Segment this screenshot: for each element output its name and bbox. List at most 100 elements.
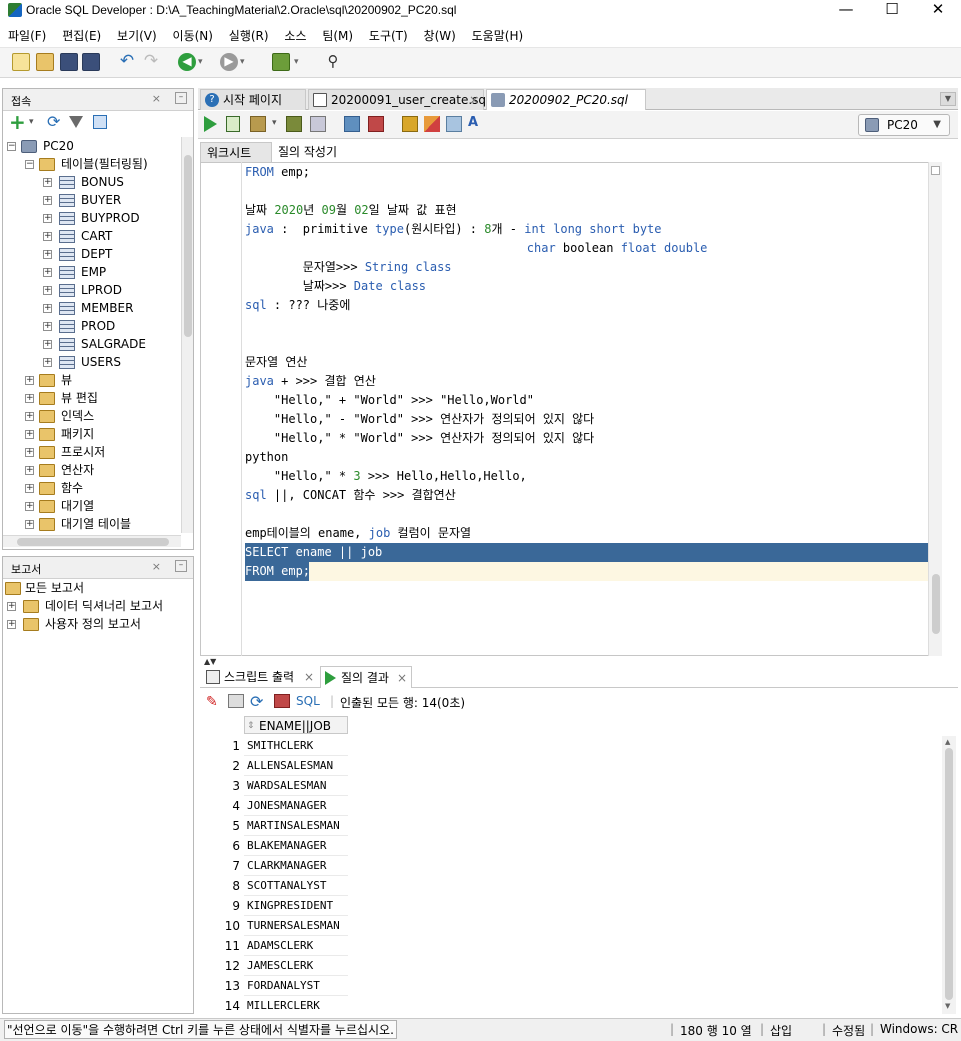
back-icon[interactable]: ◀ [178,53,196,71]
forward-icon[interactable]: ▶ [220,53,238,71]
close-reports-icon[interactable]: × [152,560,161,573]
undo-icon[interactable]: ↶ [118,53,136,71]
add-connection-icon[interactable]: + [9,112,26,132]
save-all-icon[interactable] [82,53,100,71]
expand-icon[interactable]: + [43,322,52,331]
expand-icon[interactable]: + [43,340,52,349]
grid-scroll-thumb[interactable] [945,748,953,1000]
row-number[interactable]: 13 [200,976,244,996]
row-number[interactable]: 1 [200,736,244,756]
commit-icon[interactable] [344,116,360,132]
minimize-button[interactable]: — [823,0,869,22]
expand-icon[interactable]: + [43,358,52,367]
sql-history-icon[interactable] [402,116,418,132]
menu-help[interactable]: 도움말(H) [472,24,524,48]
menu-view[interactable]: 보기(V) [117,24,157,48]
table-cell[interactable]: CLARKMANAGER [244,856,348,876]
menu-window[interactable]: 창(W) [424,24,456,48]
cancel-icon[interactable] [274,694,290,708]
table-cell[interactable]: KINGPRESIDENT [244,896,348,916]
row-number[interactable]: 12 [200,956,244,976]
scroll-down-icon[interactable]: ▼ [945,1002,950,1010]
expand-icon[interactable]: + [43,268,52,277]
table-cell[interactable]: JAMESCLERK [244,956,348,976]
table-cell[interactable]: JONESMANAGER [244,796,348,816]
tab-start-page[interactable]: ? 시작 페이지 [200,89,306,110]
print-icon[interactable] [228,694,244,708]
tab-query-builder[interactable]: 질의 작성기 [272,142,343,162]
expand-icon[interactable]: + [25,430,34,439]
row-number[interactable]: 2 [200,756,244,776]
row-number[interactable]: 7 [200,856,244,876]
expand-icon[interactable]: + [43,250,52,259]
row-number[interactable]: 14 [200,996,244,1014]
close-button[interactable]: ✕ [915,0,961,22]
tab-script-output[interactable]: 스크립트 출력 × [204,666,318,688]
menu-tools[interactable]: 도구(T) [369,24,408,48]
expand-icon[interactable]: + [43,178,52,187]
minimize-panel-icon[interactable]: – [175,92,187,104]
row-number[interactable]: 6 [200,836,244,856]
menu-navigate[interactable]: 이동(N) [173,24,213,48]
table-cell[interactable]: MARTINSALESMAN [244,816,348,836]
sql-link[interactable]: SQL [296,694,320,708]
collapse-arrows-icon[interactable]: ▲▼ [204,657,216,666]
table-cell[interactable]: ALLENSALESMAN [244,756,348,776]
explain-plan-icon[interactable] [286,116,302,132]
tab-pc20-sql[interactable]: 20200902_PC20.sql [486,89,646,110]
column-header-ename-job[interactable]: ⇕ ENAME||JOB [244,716,348,734]
row-number[interactable]: 11 [200,936,244,956]
table-cell[interactable]: BLAKEMANAGER [244,836,348,856]
table-cell[interactable]: TURNERSALESMAN [244,916,348,936]
format-icon[interactable] [446,116,462,132]
editor-scrollbar[interactable] [928,162,942,656]
add-dropdown-icon[interactable]: ▾ [29,117,34,127]
save-icon[interactable] [60,53,78,71]
row-number[interactable]: 10 [200,916,244,936]
minimize-reports-icon[interactable]: – [175,560,187,572]
tab-query-result[interactable]: 질의 결과 × [320,666,412,688]
code-editor[interactable]: FROM emp; 날짜 2020년 09월 02일 날짜 값 표현 java … [200,162,942,656]
table-cell[interactable]: SCOTTANALYST [244,876,348,896]
row-number[interactable]: 9 [200,896,244,916]
close-tab-icon[interactable]: × [469,90,479,111]
tab-user-create[interactable]: 20200091_user_create.sql × [308,89,489,111]
expand-icon[interactable]: + [25,376,34,385]
sql-worksheet-icon[interactable] [272,53,290,71]
run-statement-icon[interactable] [204,116,217,132]
expand-icon[interactable]: + [43,304,52,313]
open-folder-icon[interactable] [36,53,54,71]
editor-scroll-thumb[interactable] [932,574,940,634]
close-tab-icon[interactable]: × [397,667,407,689]
grid-scrollbar[interactable]: ▲ ▼ [942,736,956,1014]
table-cell[interactable]: MILLERCLERK [244,996,348,1014]
autotrace-icon[interactable] [250,116,266,132]
binoculars-icon[interactable]: ⚲ [324,53,342,71]
table-cell[interactable]: WARDSALESMAN [244,776,348,796]
table-cell[interactable]: ADAMSCLERK [244,936,348,956]
run-script-icon[interactable] [226,116,240,132]
expand-icon[interactable]: + [25,502,34,511]
expand-icon[interactable]: + [25,466,34,475]
redo-icon[interactable]: ↷ [142,53,160,71]
schema-browser-icon[interactable] [93,115,107,129]
sql-tuning-icon[interactable] [310,116,326,132]
menu-team[interactable]: 팀(M) [322,24,353,48]
close-panel-icon[interactable]: × [152,92,161,105]
pin-icon[interactable]: ✎ [206,694,218,710]
expand-icon[interactable]: + [25,448,34,457]
expand-icon[interactable]: + [43,214,52,223]
row-number[interactable]: 8 [200,876,244,896]
new-file-icon[interactable] [12,53,30,71]
menu-source[interactable]: 소스 [284,24,306,48]
back-dropdown-icon[interactable]: ▾ [198,53,216,71]
maximize-button[interactable]: ☐ [869,0,915,22]
split-icon[interactable] [931,166,940,175]
row-number[interactable]: 4 [200,796,244,816]
table-cell[interactable]: SMITHCLERK [244,736,348,756]
connection-selector[interactable]: PC20 ▼ [858,114,950,136]
tab-list-icon[interactable]: ▼ [940,92,956,106]
tab-worksheet[interactable]: 워크시트 [200,142,272,162]
refresh-icon[interactable]: ⟳ [250,692,263,711]
table-cell[interactable]: FORDANALYST [244,976,348,996]
